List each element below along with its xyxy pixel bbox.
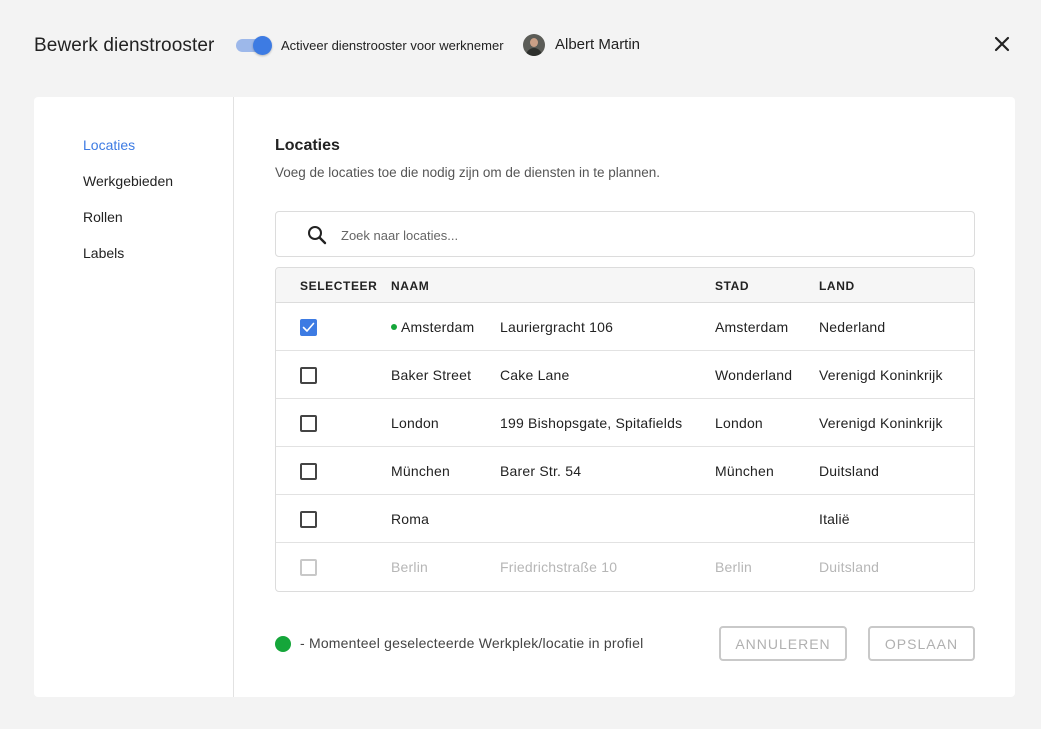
row-address: Barer Str. 54	[500, 463, 582, 479]
row-checkbox	[300, 559, 317, 576]
row-name: London	[391, 415, 439, 431]
row-city: London	[715, 415, 763, 431]
table-row: Baker Street Cake Lane Wonderland Vereni…	[276, 351, 974, 399]
sidebar-item-rollen[interactable]: Rollen	[83, 209, 123, 225]
row-checkbox[interactable]	[300, 367, 317, 384]
row-country: Nederland	[819, 319, 886, 335]
header-name: NAAM	[391, 279, 430, 293]
row-name: München	[391, 463, 450, 479]
row-city: Amsterdam	[715, 319, 789, 335]
cancel-button[interactable]: ANNULEREN	[719, 626, 847, 661]
table-row: Berlin Friedrichstraße 10 Berlin Duitsla…	[276, 543, 974, 591]
checkmark-icon	[302, 322, 315, 332]
activate-schedule-toggle[interactable]	[236, 36, 272, 55]
sidebar-item-werkgebieden[interactable]: Werkgebieden	[83, 173, 173, 189]
row-country: Italië	[819, 511, 850, 527]
search-box	[275, 211, 975, 257]
row-checkbox[interactable]	[300, 511, 317, 528]
header: Bewerk dienstrooster Activeer dienstroos…	[0, 0, 1041, 90]
header-country: LAND	[819, 279, 855, 293]
edit-schedule-card: Locaties Werkgebieden Rollen Labels Loca…	[34, 97, 1015, 697]
table-row: Amsterdam Lauriergracht 106 Amsterdam Ne…	[276, 303, 974, 351]
header-city: STAD	[715, 279, 750, 293]
row-address: Cake Lane	[500, 367, 570, 383]
sidebar-item-labels[interactable]: Labels	[83, 245, 124, 261]
header-select: SELECTEER	[300, 279, 378, 293]
toggle-knob	[253, 36, 272, 55]
row-name: Berlin	[391, 559, 428, 575]
row-city: Berlin	[715, 559, 752, 575]
table-row: Roma Italië	[276, 495, 974, 543]
search-icon	[307, 225, 327, 245]
sidebar: Locaties Werkgebieden Rollen Labels	[34, 97, 234, 697]
row-country: Duitsland	[819, 463, 880, 479]
main-content: Locaties Voeg de locaties toe die nodig …	[275, 97, 975, 697]
current-location-dot	[391, 324, 397, 330]
row-country: Verenigd Koninkrijk	[819, 367, 943, 383]
legend-text: - Momenteel geselecteerde Werkplek/locat…	[300, 635, 644, 651]
user-name: Albert Martin	[555, 36, 641, 53]
row-city: Wonderland	[715, 367, 793, 383]
row-checkbox[interactable]	[300, 463, 317, 480]
section-title: Locaties	[275, 137, 340, 154]
page-title: Bewerk dienstrooster	[34, 35, 215, 56]
row-country: Duitsland	[819, 559, 880, 575]
table-row: München Barer Str. 54 München Duitsland	[276, 447, 974, 495]
table-row: London 199 Bishopsgate, Spitafields Lond…	[276, 399, 974, 447]
avatar	[523, 34, 545, 56]
section-subtitle: Voeg de locaties toe die nodig zijn om d…	[275, 165, 661, 180]
locations-table: SELECTEER NAAM STAD LAND Amsterdam Lauri…	[275, 267, 975, 592]
toggle-label: Activeer dienstrooster voor werknemer	[281, 38, 504, 53]
row-name: Roma	[391, 511, 430, 527]
row-address: 199 Bishopsgate, Spitafields	[500, 415, 683, 431]
close-icon[interactable]	[990, 32, 1014, 56]
row-city: München	[715, 463, 774, 479]
table-header: SELECTEER NAAM STAD LAND	[276, 268, 974, 303]
sidebar-item-locaties[interactable]: Locaties	[83, 137, 135, 153]
row-checkbox[interactable]	[300, 319, 317, 336]
save-button[interactable]: OPSLAAN	[868, 626, 975, 661]
row-address: Lauriergracht 106	[500, 319, 614, 335]
search-input[interactable]	[341, 224, 941, 246]
row-name: Amsterdam	[391, 319, 474, 335]
legend-dot	[275, 636, 291, 652]
row-address: Friedrichstraße 10	[500, 559, 618, 575]
row-country: Verenigd Koninkrijk	[819, 415, 943, 431]
row-name: Baker Street	[391, 367, 472, 383]
row-checkbox[interactable]	[300, 415, 317, 432]
